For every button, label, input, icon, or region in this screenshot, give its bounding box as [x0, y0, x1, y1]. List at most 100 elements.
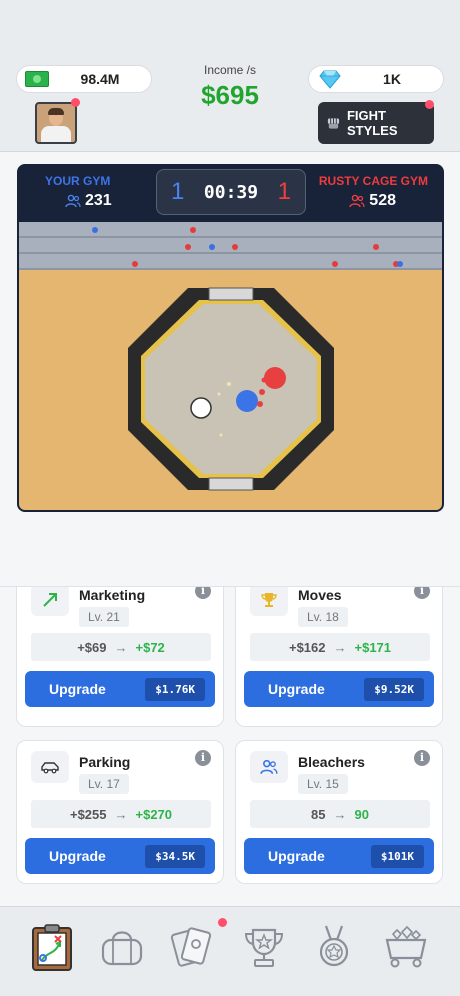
gym-bag-icon [101, 931, 143, 966]
your-fans: 231 [65, 192, 112, 210]
car-icon [31, 751, 69, 783]
people-icon [250, 751, 288, 783]
gain-from: +$69 [77, 639, 107, 655]
your-score: 1 [171, 178, 185, 205]
info-icon[interactable]: i [414, 750, 430, 766]
scoreboard: YOUR GYM 231 1 00:39 1 RUSTY CAGE GYM 52… [19, 166, 442, 222]
your-gym-label: YOUR GYM [45, 174, 111, 188]
trophy-cup-icon [244, 928, 284, 967]
medal-icon [319, 925, 349, 967]
people-icon [65, 194, 81, 208]
arrow-right-icon: → [333, 639, 347, 655]
nav-medal-icon[interactable] [308, 919, 360, 975]
opponent-score: 1 [277, 178, 291, 205]
people-icon [349, 194, 365, 208]
player-avatar[interactable] [35, 102, 77, 144]
blue-fighter [236, 390, 258, 412]
card-title: Bleachers [298, 754, 365, 770]
card-level: Lv. 18 [298, 607, 348, 627]
fan-red [332, 261, 338, 267]
info-icon[interactable]: i [414, 587, 430, 599]
cash-value: 98.4M [80, 71, 120, 87]
arrow-right-icon: → [333, 806, 347, 822]
upgrade-button[interactable]: Upgrade $34.5K [25, 838, 215, 874]
arrow-right-icon: → [114, 806, 128, 822]
upgrade-button[interactable]: Upgrade $1.76K [25, 671, 215, 707]
fist-icon [327, 118, 340, 129]
cash-counter[interactable]: 98.4M [16, 65, 152, 93]
income-gain: +$162 → +$171 [250, 633, 430, 661]
arena-view: YOUR GYM 231 1 00:39 1 RUSTY CAGE GYM 52… [17, 164, 444, 512]
upgrade-label: Upgrade [49, 681, 106, 697]
fan-red [132, 261, 138, 267]
upgrade-label: Upgrade [268, 681, 325, 697]
cards-icon [170, 927, 212, 967]
nav-cards-icon[interactable] [166, 919, 218, 975]
avatar-notification-dot [71, 98, 80, 107]
top-bar: 98.4M Income /s $695 1K FIGHT STYLES [0, 0, 460, 152]
upgrade-card-moves: Moves Lv. 18 i +$162 → +$171 Upgrade $9.… [235, 587, 443, 727]
red-fighter [264, 367, 286, 389]
income-value: $695 [201, 80, 259, 110]
diamond-icon [319, 70, 341, 89]
info-icon[interactable]: i [195, 587, 211, 599]
trophy-icon [250, 587, 288, 616]
card-level: Lv. 17 [79, 774, 129, 794]
card-level: Lv. 15 [298, 774, 348, 794]
upgrade-price: $1.76K [145, 677, 205, 701]
your-fans-count: 231 [85, 192, 112, 209]
opponent-fans: 528 [349, 192, 396, 210]
upgrade-button[interactable]: Upgrade $101K [244, 838, 434, 874]
octagon-cage [128, 287, 334, 491]
card-title: Parking [79, 754, 131, 770]
nav-gym-bag-icon[interactable] [96, 919, 148, 975]
referee [190, 397, 212, 419]
cash-icon [25, 71, 49, 87]
gem-value: 1K [383, 71, 401, 87]
income-gain: 85 → 90 [250, 800, 430, 828]
fan-blue [397, 261, 403, 267]
fan-red [185, 244, 191, 250]
fan-red [373, 244, 379, 250]
upgrade-card-parking: Parking Lv. 17 i +$255 → +$270 Upgrade $… [16, 740, 224, 884]
gem-counter[interactable]: 1K [308, 65, 444, 93]
gain-from: +$255 [69, 806, 107, 822]
upgrade-price: $9.52K [364, 677, 424, 701]
gain-to: +$171 [354, 639, 392, 655]
fan-blue [209, 244, 215, 250]
nav-trophy-cup-icon[interactable] [238, 919, 290, 975]
card-title: Marketing [79, 587, 146, 603]
nav-clipboard-strategy-icon[interactable] [26, 919, 78, 975]
gain-to: +$270 [135, 806, 173, 822]
fan-red [232, 244, 238, 250]
card-level: Lv. 21 [79, 607, 129, 627]
fight-styles-button[interactable]: FIGHT STYLES [318, 102, 434, 144]
clipboard-strategy-icon [32, 924, 72, 971]
income-gain: +$69 → +$72 [31, 633, 211, 661]
gain-from: 85 [311, 806, 326, 822]
info-icon[interactable]: i [195, 750, 211, 766]
fight-styles-label: FIGHT STYLES [346, 108, 398, 138]
upgrade-label: Upgrade [49, 848, 106, 864]
treasure-cart-icon [385, 925, 427, 968]
opponent-gym-label: RUSTY CAGE GYM [318, 174, 428, 188]
fan-red [190, 227, 196, 233]
bottom-nav [0, 906, 460, 996]
fight-styles-notification-dot [425, 100, 434, 109]
card-title: Moves [298, 587, 342, 603]
upgrade-price: $34.5K [145, 844, 205, 868]
upgrade-cards-panel[interactable]: Marketing Lv. 21 i +$69 → +$72 Upgrade $… [0, 586, 460, 906]
cards-notification-dot [218, 918, 227, 927]
fan-blue [92, 227, 98, 233]
income-label: Income /s [203, 63, 257, 77]
upgrade-card-bleachers: Bleachers Lv. 15 i 85 → 90 Upgrade $101K [235, 740, 443, 884]
score-timer-box: 1 00:39 1 [156, 169, 306, 215]
nav-treasure-cart-icon[interactable] [380, 919, 432, 975]
game-screen: 98.4M Income /s $695 1K FIGHT STYLES YOU… [0, 0, 460, 996]
income-gain: +$255 → +$270 [31, 800, 211, 828]
upgrade-label: Upgrade [268, 848, 325, 864]
upgrade-card-marketing: Marketing Lv. 21 i +$69 → +$72 Upgrade $… [16, 587, 224, 727]
trend-arrow-icon [31, 587, 69, 616]
upgrade-button[interactable]: Upgrade $9.52K [244, 671, 434, 707]
opponent-fans-count: 528 [369, 192, 396, 209]
